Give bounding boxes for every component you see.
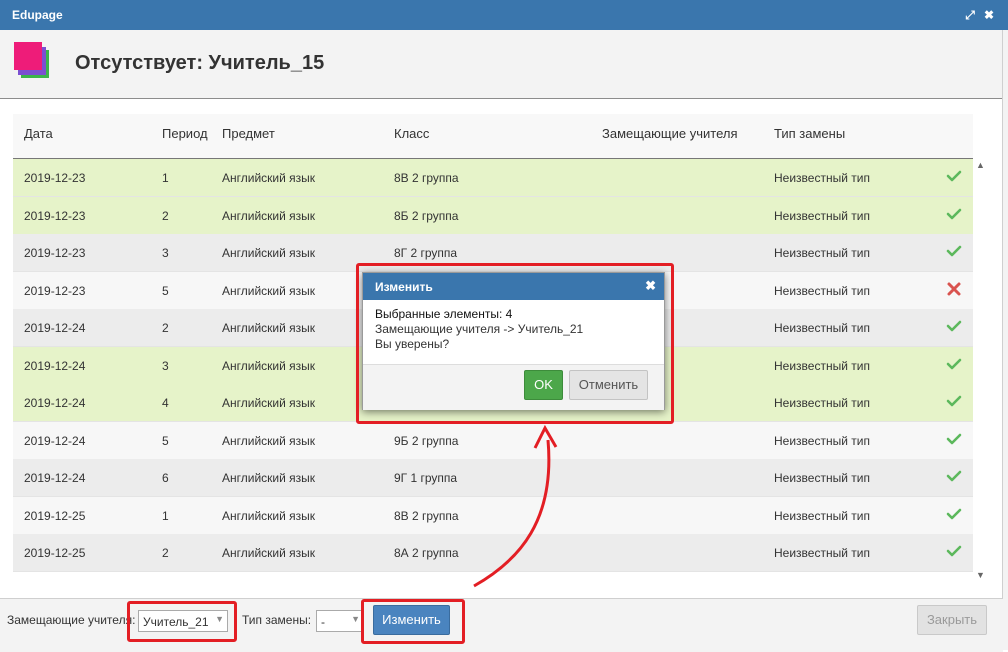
- table-row[interactable]: 2019-12-23 1 Английский язык 8В 2 группа Неи…: [13, 159, 973, 197]
- cell-class: 8А 2 группа: [394, 546, 459, 560]
- cell-class: 8В 2 группа: [394, 171, 459, 185]
- check-icon: [946, 245, 962, 257]
- cell-date: 2019-12-24: [24, 321, 86, 335]
- table-scrollbar[interactable]: ▲ ▼: [973, 158, 989, 586]
- window-title: Edupage: [12, 8, 63, 22]
- col-period[interactable]: Период: [162, 126, 208, 141]
- check-icon: [946, 170, 962, 182]
- cell-subject: Английский язык: [222, 396, 316, 410]
- cell-type: Неизвестный тип: [774, 433, 870, 448]
- page-title: Отсутствует: Учитель_15: [75, 52, 325, 74]
- cell-date: 2019-12-25: [24, 508, 86, 523]
- col-class[interactable]: Класс: [394, 126, 429, 141]
- edupage-logo: [14, 42, 50, 80]
- scroll-up-icon[interactable]: ▲: [976, 160, 985, 170]
- table-row[interactable]: 2019-12-24 6 Английский язык 9Г 1 группа Неи…: [13, 459, 973, 497]
- cell-subject: Английский язык: [222, 508, 316, 523]
- table-row[interactable]: 2019-12-24 5 Английский язык 9Б 2 группа Неи…: [13, 421, 973, 460]
- chevron-down-icon: ▼: [351, 614, 360, 624]
- annotation-highlight-teachers: [127, 601, 237, 642]
- cell-subject: Английский язык: [222, 246, 316, 260]
- check-icon: [946, 320, 962, 332]
- cell-type: Неизвестный тип: [774, 246, 870, 260]
- cross-icon: [947, 282, 961, 295]
- type-select[interactable]: - ▼: [316, 610, 364, 632]
- cell-period: 4: [162, 396, 169, 410]
- cell-period: 5: [162, 433, 169, 448]
- cell-period: 6: [162, 471, 169, 485]
- cell-date: 2019-12-23: [24, 208, 86, 223]
- annotation-highlight-change: [361, 599, 465, 644]
- cell-subject: Английский язык: [222, 433, 316, 448]
- cell-period: 2: [162, 321, 169, 335]
- cell-type: Неизвестный тип: [774, 358, 870, 373]
- cell-subject: Английский язык: [222, 171, 316, 185]
- cell-period: 2: [162, 208, 169, 223]
- cell-type: Неизвестный тип: [774, 321, 870, 335]
- cell-date: 2019-12-23: [24, 246, 86, 260]
- teachers-label: Замещающие учителя:: [7, 613, 136, 627]
- cell-class: 8Г 2 группа: [394, 246, 458, 260]
- cell-date: 2019-12-24: [24, 471, 86, 485]
- check-icon: [946, 208, 962, 219]
- cell-type: Неизвестный тип: [774, 396, 870, 410]
- cell-type: Неизвестный тип: [774, 171, 870, 185]
- cell-subject: Английский язык: [222, 546, 316, 560]
- edupage-window: Edupage ⤢ ✖ Отсутствует: Учитель_15 Дата…: [0, 0, 1008, 652]
- annotation-highlight-dialog: [356, 263, 674, 424]
- cell-class: 8Б 2 группа: [394, 208, 459, 223]
- cell-date: 2019-12-24: [24, 433, 86, 448]
- col-subject[interactable]: Предмет: [222, 126, 275, 141]
- table-row[interactable]: 2019-12-23 2 Английский язык 8Б 2 группа Неи…: [13, 196, 973, 235]
- cell-period: 3: [162, 246, 169, 260]
- cell-date: 2019-12-24: [24, 396, 86, 410]
- cell-type: Неизвестный тип: [774, 471, 870, 485]
- cell-period: 3: [162, 358, 169, 373]
- check-icon: [946, 508, 962, 519]
- cell-type: Неизвестный тип: [774, 508, 870, 523]
- cell-subject: Английский язык: [222, 283, 316, 298]
- cell-date: 2019-12-23: [24, 171, 86, 185]
- col-date[interactable]: Дата: [24, 126, 53, 141]
- cell-date: 2019-12-23: [24, 283, 86, 298]
- maximize-icon[interactable]: ⤢: [962, 7, 978, 23]
- col-type[interactable]: Тип замены: [774, 126, 845, 141]
- page-header: Отсутствует: Учитель_15: [0, 30, 1003, 99]
- cell-subject: Английский язык: [222, 471, 316, 485]
- table-row[interactable]: 2019-12-25 1 Английский язык 8В 2 группа Неи…: [13, 496, 973, 535]
- scroll-down-icon[interactable]: ▼: [976, 570, 985, 580]
- cell-period: 2: [162, 546, 169, 560]
- cell-type: Неизвестный тип: [774, 208, 870, 223]
- cell-class: 9Г 1 группа: [394, 471, 458, 485]
- cell-period: 5: [162, 283, 169, 298]
- type-select-value: -: [321, 615, 325, 629]
- cell-subject: Английский язык: [222, 358, 316, 373]
- close-button[interactable]: Закрыть: [917, 605, 987, 635]
- check-icon: [946, 545, 962, 557]
- cell-period: 1: [162, 508, 169, 523]
- col-teachers[interactable]: Замещающие учителя: [602, 126, 738, 141]
- check-icon: [946, 470, 962, 482]
- cell-date: 2019-12-25: [24, 546, 86, 560]
- table-row[interactable]: 2019-12-25 2 Английский язык 8А 2 группа Неи…: [13, 534, 973, 572]
- cell-subject: Английский язык: [222, 208, 316, 223]
- check-icon: [946, 395, 962, 407]
- cell-class: 8В 2 группа: [394, 508, 459, 523]
- cell-type: Неизвестный тип: [774, 283, 870, 298]
- cell-type: Неизвестный тип: [774, 546, 870, 560]
- cell-date: 2019-12-24: [24, 358, 86, 373]
- type-label: Тип замены:: [242, 613, 312, 627]
- close-window-icon[interactable]: ✖: [981, 7, 997, 23]
- cell-subject: Английский язык: [222, 321, 316, 335]
- check-icon: [946, 433, 962, 444]
- cell-period: 1: [162, 171, 169, 185]
- window-titlebar: Edupage ⤢ ✖: [0, 0, 1008, 30]
- table-header: Дата Период Предмет Класс Замещающие учи…: [13, 114, 973, 159]
- cell-class: 9Б 2 группа: [394, 433, 459, 448]
- check-icon: [946, 358, 962, 369]
